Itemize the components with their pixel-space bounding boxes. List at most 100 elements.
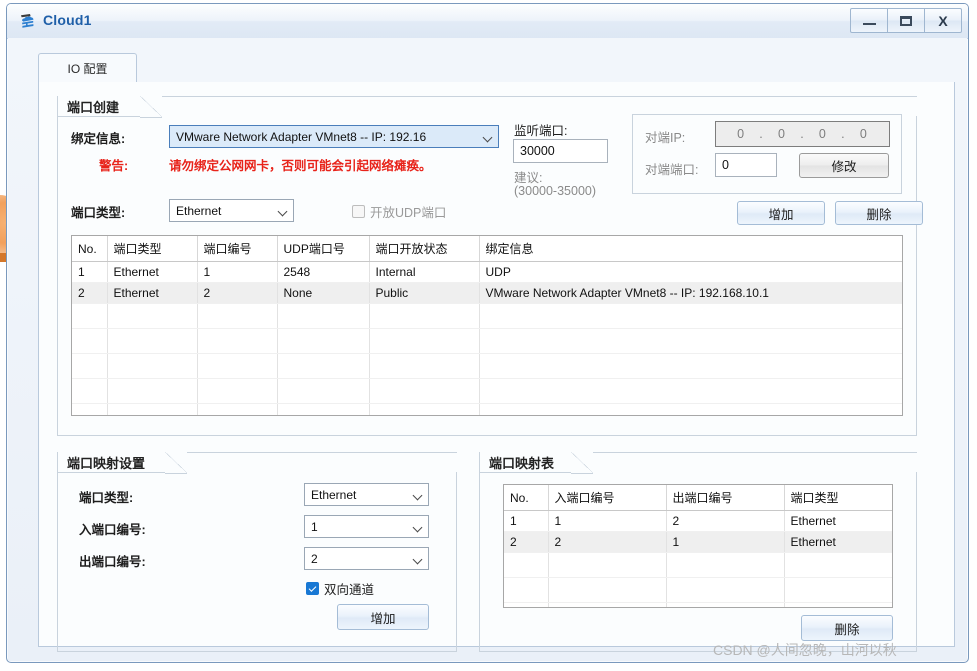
cell-no: 1 xyxy=(504,510,549,532)
checkbox-box xyxy=(306,582,319,595)
group-mapping-table-title: 端口映射表 xyxy=(489,456,555,471)
modify-button-label: 修改 xyxy=(831,160,857,174)
minimize-icon xyxy=(862,23,876,25)
port-type-combo[interactable]: Ethernet xyxy=(169,199,294,222)
peer-ip-dot-3: . xyxy=(841,127,846,141)
maximize-button[interactable] xyxy=(887,8,925,33)
mapping-table-body: 1 1 2 Ethernet 2 2 1 Ethernet xyxy=(504,510,892,607)
mapping-out-port-label: 出端口编号: xyxy=(79,555,146,569)
port-table[interactable]: No. 端口类型 端口编号 UDP端口号 端口开放状态 绑定信息 1 Ether… xyxy=(71,235,903,416)
port-col-number: 端口编号 xyxy=(197,236,278,262)
cell-no: 2 xyxy=(504,531,549,553)
peer-ip-octet-2: 0 xyxy=(778,127,786,141)
table-row[interactable]: 2 2 1 Ethernet xyxy=(504,531,892,553)
cell-udp: 2548 xyxy=(277,261,370,283)
window-title: Cloud1 xyxy=(43,12,92,28)
mapping-out-port-combo[interactable]: 2 xyxy=(304,547,429,570)
group-mapping-settings-title: 端口映射设置 xyxy=(67,456,146,471)
tab-io-config-label: IO 配置 xyxy=(67,62,108,76)
peer-ip-octet-1: 0 xyxy=(737,127,746,141)
add-port-button[interactable]: 增加 xyxy=(737,201,825,225)
chevron-down-icon xyxy=(414,524,422,532)
window-titlebar: Cloud1 X xyxy=(7,4,968,39)
group-border-slant xyxy=(140,96,162,118)
cell-type: Ethernet xyxy=(784,510,892,532)
tab-panel-io-config: 端口创建 绑定信息: VMware Network Adapter VMnet8… xyxy=(38,82,955,652)
cell-number: 1 xyxy=(197,261,278,283)
cloud-config-window: Cloud1 X IO 配置 端口创建 绑定信息: VMware Network… xyxy=(6,3,969,663)
cell-type: Ethernet xyxy=(107,261,198,283)
map-col-type: 端口类型 xyxy=(784,485,892,511)
chevron-down-icon xyxy=(279,208,287,216)
peer-ip-octet-3: 0 xyxy=(818,127,827,141)
tab-io-config[interactable]: IO 配置 xyxy=(38,53,137,83)
window-client-area: IO 配置 端口创建 绑定信息: VMware Network Adapter … xyxy=(8,38,967,661)
table-row[interactable]: 1 1 2 Ethernet xyxy=(504,510,892,532)
cell-state: Internal xyxy=(369,261,480,283)
window-controls: X xyxy=(850,8,962,33)
port-col-state: 端口开放状态 xyxy=(369,236,480,262)
group-border-top-right xyxy=(162,96,917,97)
table-row-empty[interactable] xyxy=(72,378,902,404)
mapping-in-port-combo[interactable]: 1 xyxy=(304,515,429,538)
table-row-empty[interactable] xyxy=(72,303,902,329)
delete-port-button[interactable]: 删除 xyxy=(835,201,923,225)
group-border-slant xyxy=(165,452,187,474)
checkbox-box xyxy=(352,205,365,218)
mapping-delete-button[interactable]: 删除 xyxy=(801,615,893,641)
port-table-body: 1 Ethernet 1 2548 Internal UDP 2 Etherne… xyxy=(72,261,902,415)
port-col-udp: UDP端口号 xyxy=(277,236,370,262)
group-port-create-title: 端口创建 xyxy=(67,100,120,115)
peer-ip-dot-2: . xyxy=(800,127,805,141)
mapping-table[interactable]: No. 入端口编号 出端口编号 端口类型 1 1 2 Ethernet 2 2 … xyxy=(503,484,893,608)
modify-button[interactable]: 修改 xyxy=(799,153,889,178)
bidirectional-checkbox[interactable]: 双向通道 xyxy=(306,579,374,598)
group-port-create: 端口创建 绑定信息: VMware Network Adapter VMnet8… xyxy=(57,96,923,436)
table-row-empty[interactable] xyxy=(504,602,892,607)
mapping-port-type-combo[interactable]: Ethernet xyxy=(304,483,429,506)
table-row-empty[interactable] xyxy=(72,328,902,354)
table-row-empty[interactable] xyxy=(72,353,902,379)
close-icon: X xyxy=(938,12,948,29)
map-col-no: No. xyxy=(504,485,549,511)
binding-info-combo[interactable]: VMware Network Adapter VMnet8 -- IP: 192… xyxy=(169,125,499,148)
peer-ip-input[interactable]: 0 . 0 . 0 . 0 xyxy=(715,121,890,147)
group-border-slant xyxy=(571,452,593,474)
table-row-empty[interactable] xyxy=(504,552,892,578)
cell-binding: UDP xyxy=(479,261,902,283)
cell-no: 1 xyxy=(72,261,108,283)
chevron-down-icon xyxy=(484,134,492,142)
table-row[interactable]: 1 Ethernet 1 2548 Internal UDP xyxy=(72,261,902,283)
binding-info-value: VMware Network Adapter VMnet8 -- IP: 192… xyxy=(176,129,427,144)
peer-port-value: 0 xyxy=(722,158,729,172)
mapping-table-header-row: No. 入端口编号 出端口编号 端口类型 xyxy=(504,485,892,511)
group-border-top-right xyxy=(187,452,457,453)
cell-udp: None xyxy=(277,282,370,304)
close-button[interactable]: X xyxy=(924,8,962,33)
cell-no: 2 xyxy=(72,282,108,304)
mapping-add-button[interactable]: 增加 xyxy=(337,604,429,630)
table-row[interactable]: 2 Ethernet 2 None Public VMware Network … xyxy=(72,282,902,304)
warning-label: 警告: xyxy=(99,159,129,173)
binding-info-label: 绑定信息: xyxy=(71,132,126,146)
table-row-empty[interactable] xyxy=(504,577,892,603)
cell-type: Ethernet xyxy=(784,531,892,553)
mapping-table-head: No. 入端口编号 出端口编号 端口类型 xyxy=(504,485,892,511)
chevron-down-icon xyxy=(414,556,422,564)
mapping-add-button-label: 增加 xyxy=(370,611,396,626)
peer-ip-label: 对端IP: xyxy=(645,131,686,145)
table-row-empty[interactable] xyxy=(72,403,902,415)
open-udp-port-label: 开放UDP端口 xyxy=(370,206,447,220)
suggest-range: (30000-35000) xyxy=(514,184,597,198)
peer-ip-dot-1: . xyxy=(759,127,764,141)
mapping-in-port-value: 1 xyxy=(311,519,318,534)
minimize-button[interactable] xyxy=(850,8,888,33)
port-type-label: 端口类型: xyxy=(71,206,126,220)
port-col-binding: 绑定信息 xyxy=(479,236,902,262)
maximize-icon xyxy=(900,15,912,26)
open-udp-port-checkbox[interactable]: 开放UDP端口 xyxy=(352,202,446,221)
listen-port-input[interactable]: 30000 xyxy=(513,139,608,163)
peer-port-input[interactable]: 0 xyxy=(715,153,777,177)
cell-out: 1 xyxy=(666,531,785,553)
cell-in: 2 xyxy=(548,531,667,553)
